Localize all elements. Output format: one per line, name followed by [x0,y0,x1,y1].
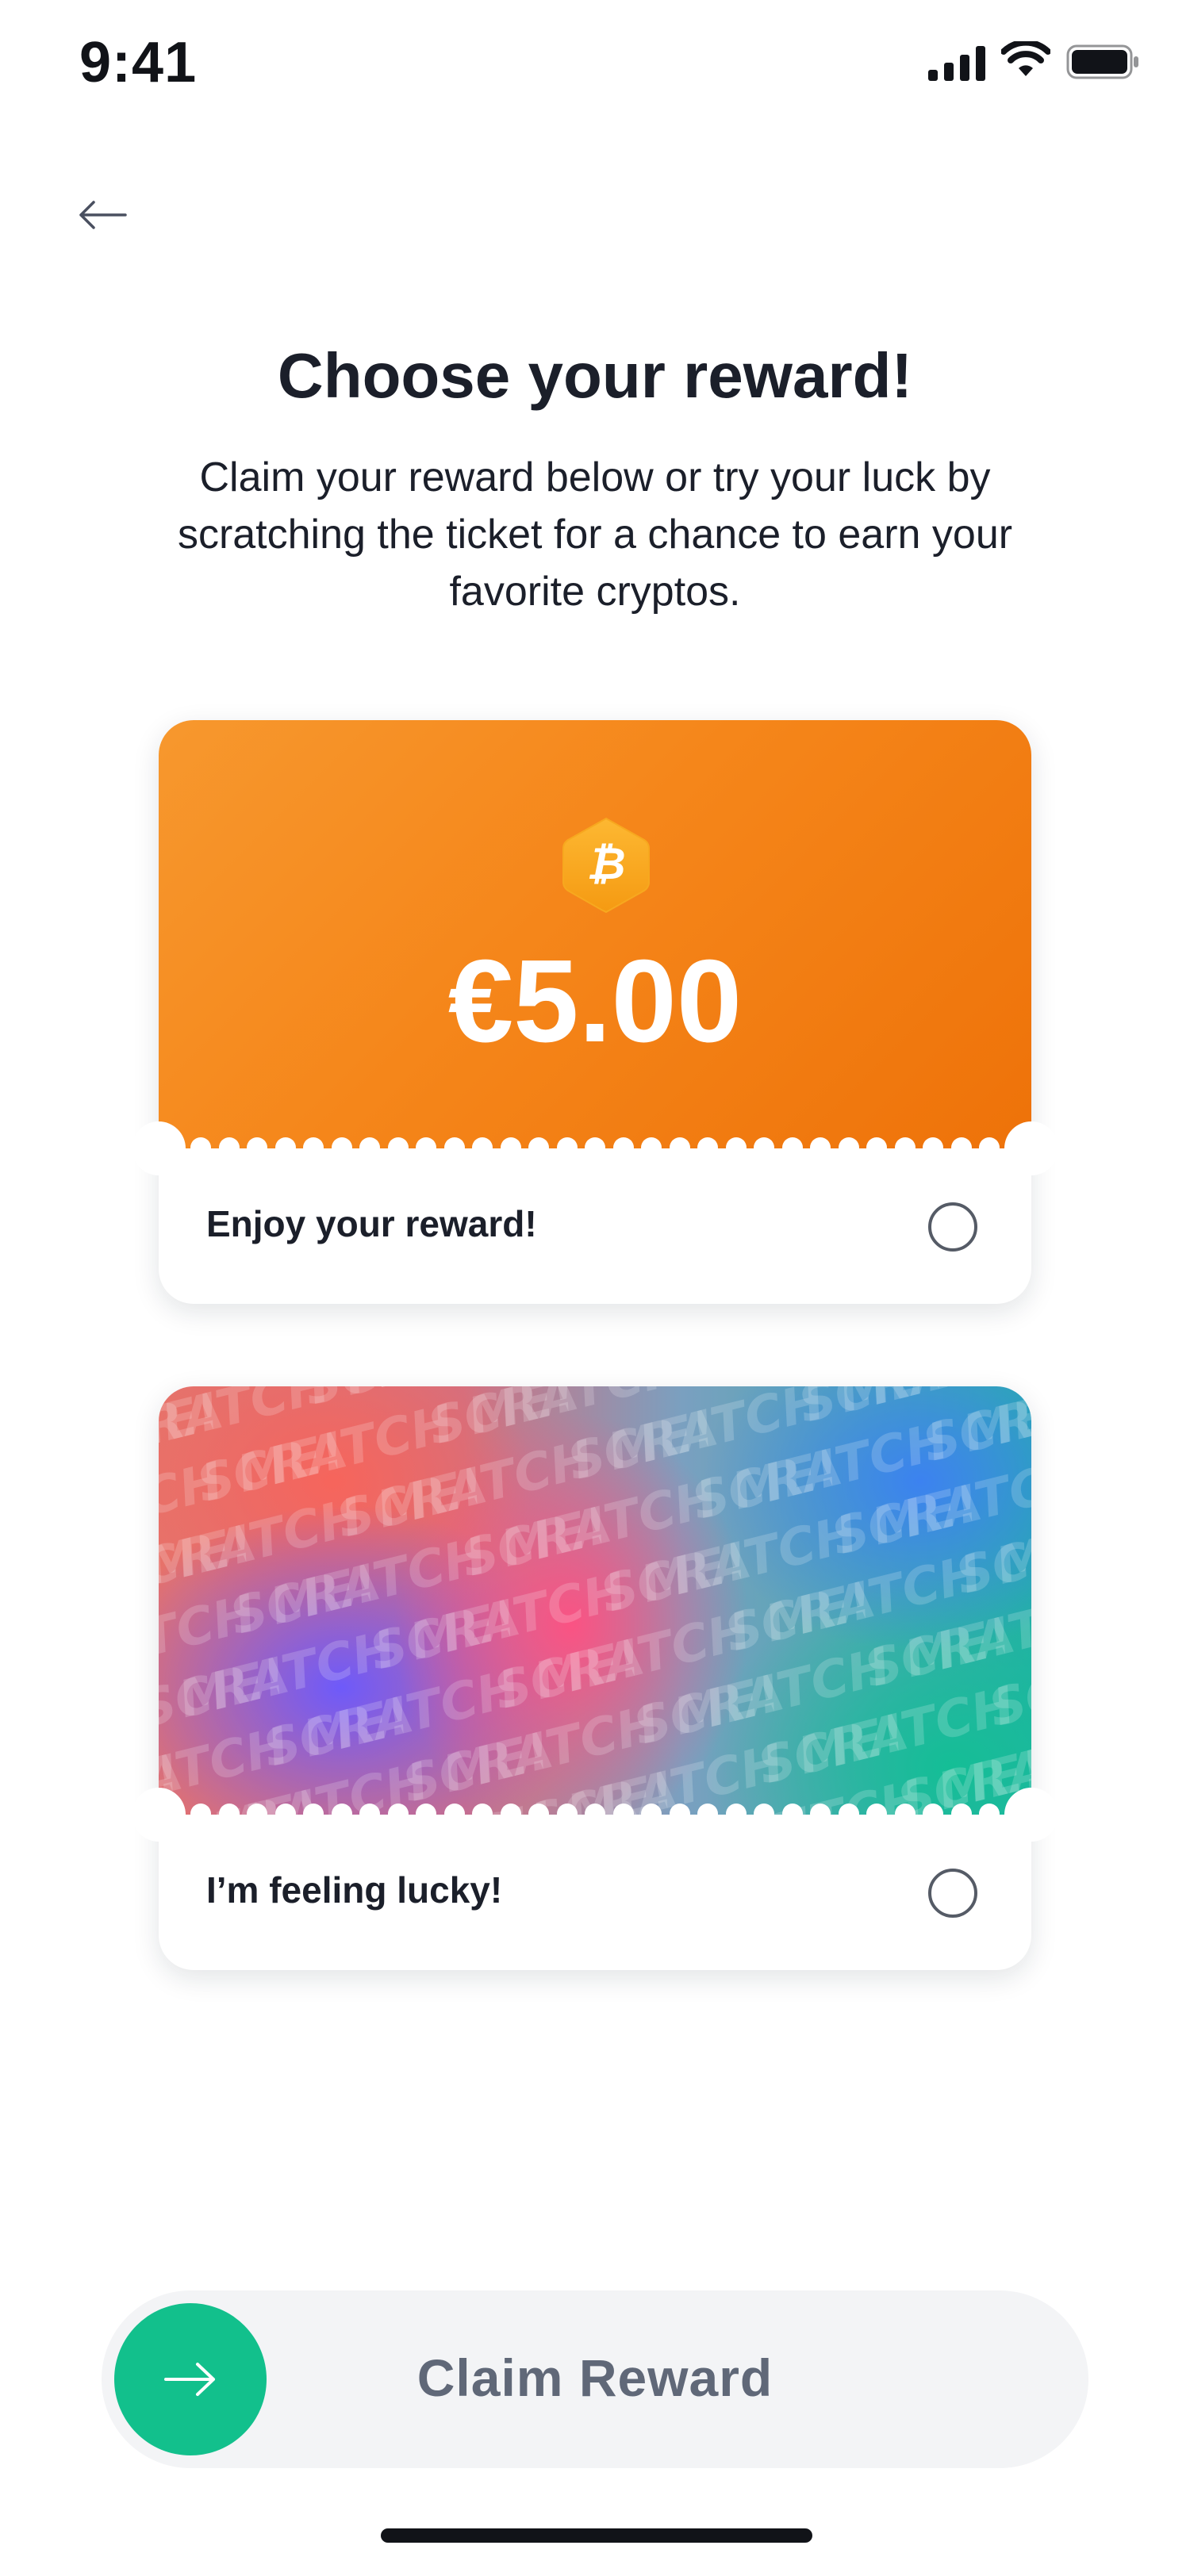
ticket-notch-left [132,1788,186,1842]
lucky-ticket-label: I’m feeling lucky! [206,1869,503,1911]
claim-slider-handle[interactable] [114,2303,267,2455]
back-button[interactable] [67,187,138,243]
lucky-ticket-card[interactable]: SCRATCH ME!SCRATCH ME!SCRATCH ME!SCRATCH… [132,1386,1058,1970]
battery-icon [1066,44,1138,79]
status-bar: 9:41 [0,0,1190,135]
page-subtitle: Claim your reward below or try your luck… [177,454,1013,615]
reward-radio-button[interactable] [928,1202,977,1252]
reward-ticket-footer: Enjoy your reward! [159,1148,1031,1304]
bitcoin-icon: ₿ [562,817,650,914]
svg-text:₿: ₿ [586,838,625,890]
lucky-ticket-footer: I’m feeling lucky! [159,1815,1031,1970]
ticket-notch-right [1004,1121,1058,1175]
ticket-perforation [190,1804,1000,1826]
scratch-pattern: SCRATCH ME!SCRATCH ME!SCRATCH ME!SCRATCH… [159,1386,1031,1815]
wifi-icon [1001,41,1050,76]
scratch-area[interactable]: SCRATCH ME!SCRATCH ME!SCRATCH ME!SCRATCH… [159,1386,1031,1815]
status-time: 9:41 [79,31,198,94]
ticket-notch-right [1004,1788,1058,1842]
reward-ticket-card[interactable]: ₿ €5.00 Enjoy your reward! [132,720,1058,1304]
reward-ticket-banner: ₿ €5.00 [159,720,1031,1148]
ticket-perforation [190,1137,1000,1160]
reward-ticket-label: Enjoy your reward! [206,1203,537,1244]
reward-amount: €5.00 [447,936,743,1067]
signal-icon [928,46,985,81]
arrow-left-icon [79,201,127,229]
claim-reward-slider[interactable]: Claim Reward [102,2290,1088,2468]
page-title: Choose your reward! [277,340,913,411]
arrow-right-icon [164,2363,215,2396]
home-indicator [381,2528,812,2543]
ticket-notch-left [132,1121,186,1175]
lucky-radio-button[interactable] [928,1869,977,1918]
